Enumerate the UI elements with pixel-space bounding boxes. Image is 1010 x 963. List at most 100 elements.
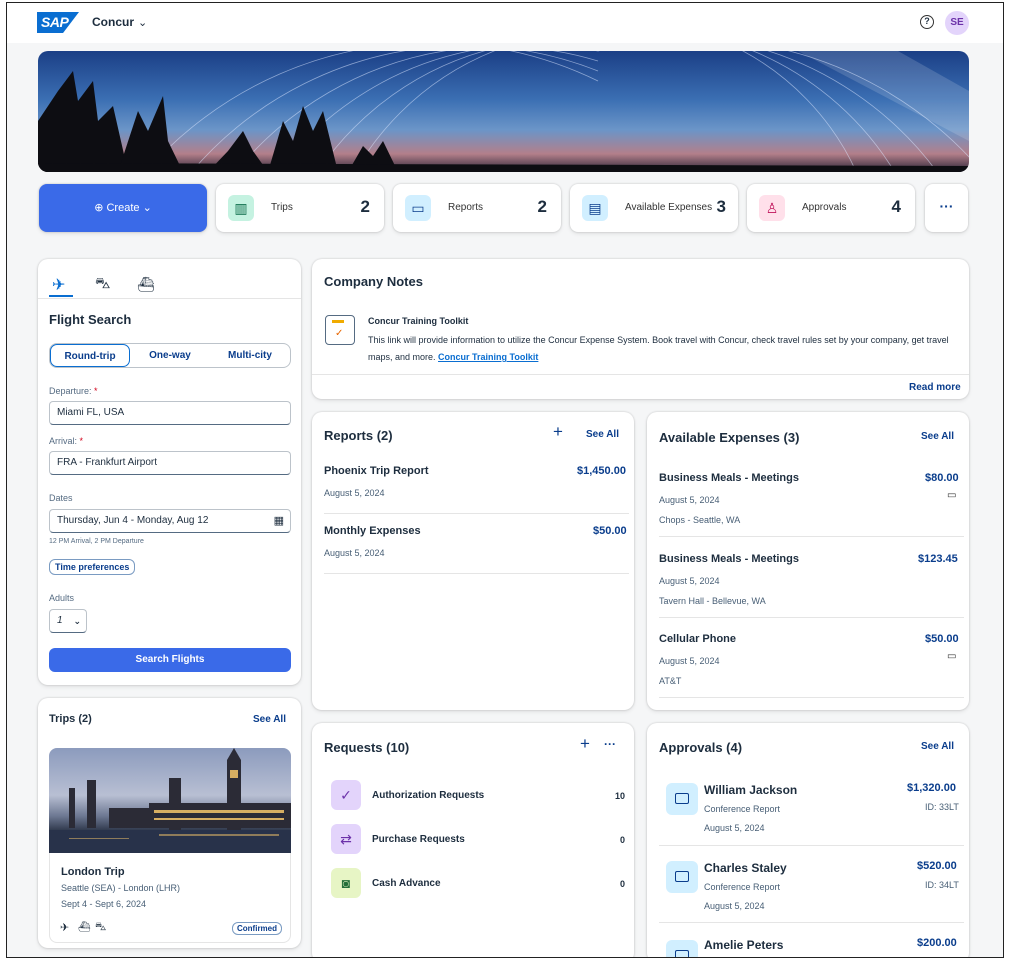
trips-tile-count: 2 [360,197,370,216]
request-type-label[interactable]: Purchase Requests [372,834,465,845]
report-name[interactable]: Phoenix Trip Report [324,465,429,477]
check-icon: ✓ [335,328,344,339]
departure-input[interactable]: Miami FL, USA [49,401,291,425]
expenses-see-all-link[interactable]: See All [921,431,954,442]
report-amount: $50.00 [593,525,627,537]
read-more-link[interactable]: Read more [909,382,961,393]
luggage-icon: ▥ [228,195,254,221]
divider [659,845,964,846]
expenses-tile-label: Available Expenses [625,202,713,213]
dates-input[interactable]: Thursday, Jun 4 - Monday, Aug 12 ▦ [49,509,291,533]
approval-date: August 5, 2024 [704,901,765,911]
create-button[interactable]: ⊕ Create ⌄ [39,184,207,232]
expense-date: August 5, 2024 [659,576,720,586]
chevron-down-icon: ⌄ [73,616,81,626]
approval-name[interactable]: Amelie Peters [704,938,783,952]
hotel-icon: ⛴ [78,922,91,933]
approvals-tile-label: Approvals [802,202,847,213]
hotel-icon[interactable]: ⛴ [137,276,155,293]
search-flights-button[interactable]: Search Flights [49,648,291,672]
trip-image[interactable] [49,748,291,853]
adults-select[interactable]: 1 ⌄ [49,609,87,633]
expense-vendor: Tavern Hall - Bellevue, WA [659,596,766,606]
folder-icon [666,861,698,893]
folder-icon [666,783,698,815]
reports-see-all-link[interactable]: See All [586,429,619,440]
trips-tile[interactable]: ▥ Trips 2 [216,184,384,232]
notepad-accent [332,320,344,323]
departure-label: Departure: * [49,386,98,396]
request-count: 0 [619,879,625,889]
expenses-tile-count: 3 [716,197,726,216]
status-badge: Confirmed [232,922,282,935]
training-toolkit-link[interactable]: Concur Training Toolkit [438,352,538,362]
app-switcher[interactable]: Concur ⌄ [92,15,147,29]
request-type-label[interactable]: Authorization Requests [372,790,484,801]
time-preferences-button[interactable]: Time preferences [49,559,136,575]
calendar-icon[interactable]: ▦ [274,510,284,532]
approval-name[interactable]: Charles Staley [704,861,787,875]
reports-tile[interactable]: ▭ Reports 2 [393,184,561,232]
folder-icon: ▭ [405,195,431,221]
trip-dates: Sept 4 - Sept 6, 2024 [61,899,147,909]
expense-name[interactable]: Cellular Phone [659,633,736,645]
avatar[interactable]: SE [945,11,969,35]
adults-label: Adults [49,593,75,603]
round-trip-option[interactable]: Round-trip [50,344,130,367]
folder-icon [666,940,698,957]
trips-see-all-link[interactable]: See All [253,714,286,725]
report-date: August 5, 2024 [324,548,385,558]
dates-hint: 12 PM Arrival, 2 PM Departure [49,538,144,545]
hero-banner [38,51,969,172]
divider [324,513,629,514]
expense-amount: $80.00 [925,472,959,484]
add-report-button[interactable]: + [553,422,563,442]
expense-name[interactable]: Business Meals - Meetings [659,553,799,565]
arrival-input[interactable]: FRA - Frankfurt Airport [49,451,291,475]
approvals-tile[interactable]: ♙ Approvals 4 [747,184,915,232]
request-type-label[interactable]: Cash Advance [372,878,441,889]
app-name: Concur [92,15,134,29]
expense-date: August 5, 2024 [659,495,720,505]
purchase-icon: ⇄ [331,824,361,854]
approval-name[interactable]: William Jackson [704,783,797,797]
flight-icon[interactable]: ✈ [52,275,65,295]
divider [659,536,964,537]
approvals-tile-count: 4 [891,197,901,216]
expense-amount: $123.45 [918,553,958,565]
expenses-tile[interactable]: ▤ Available Expenses 3 [570,184,738,232]
approvals-card-title: Approvals (4) [659,740,743,755]
approval-id: ID: 33LT [925,802,959,812]
add-request-button[interactable]: + [580,734,590,754]
one-way-option[interactable]: One-way [130,344,210,367]
credit-card-icon: ▭ [947,490,957,501]
trip-type-segmented: Round-trip One-way Multi-city [49,343,291,368]
approver-icon: ♙ [759,195,785,221]
multi-city-option[interactable]: Multi-city [210,344,290,367]
report-name[interactable]: Monthly Expenses [324,525,421,537]
dates-label: Dates [49,493,73,503]
shell-bar: SAP Concur ⌄ ? SE [7,3,1003,43]
trip-route: Seattle (SEA) - London (LHR) [61,883,181,893]
divider [38,298,301,299]
car-icon[interactable]: ⛍ [95,275,110,294]
approval-type: Conference Report [704,804,781,814]
sap-logo[interactable]: SAP [37,12,79,33]
flight-search-title: Flight Search [49,312,132,327]
reports-tile-count: 2 [537,197,547,216]
help-icon[interactable]: ? [920,15,934,29]
approval-amount: $200.00 [917,937,957,949]
approvals-see-all-link[interactable]: See All [921,741,954,752]
more-options-icon[interactable]: ··· [604,737,616,751]
cash-icon: ◙ [331,868,361,898]
approval-id: ID: 34LT [925,880,959,890]
approval-amount: $1,320.00 [907,782,956,794]
more-tiles-button[interactable]: ··· [925,184,968,232]
report-amount: $1,450.00 [577,465,626,477]
divider [659,697,964,698]
london-skyline-illustration [49,748,291,853]
receipt-icon: ▤ [582,195,608,221]
expense-name[interactable]: Business Meals - Meetings [659,472,799,484]
expenses-card-title: Available Expenses (3) [659,430,800,445]
divider [312,374,969,375]
